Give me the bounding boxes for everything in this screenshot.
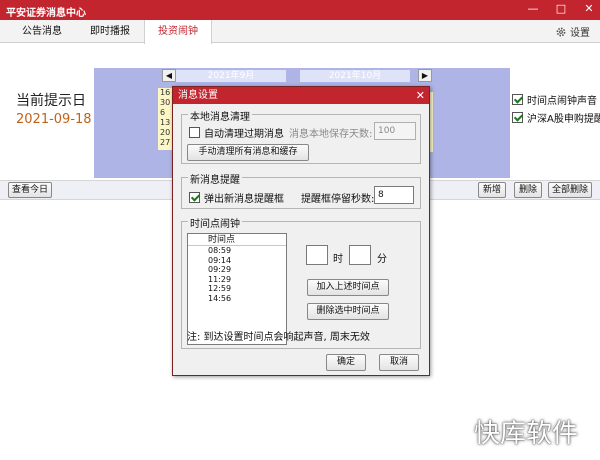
settings-label: 设置 bbox=[570, 28, 590, 39]
dialog-title: 消息设置 bbox=[178, 90, 218, 101]
delete-all-button[interactable]: 全部删除 bbox=[548, 182, 592, 198]
maximize-button[interactable]: □ bbox=[554, 2, 568, 16]
dialog-title-bar: 消息设置 ✕ bbox=[173, 87, 429, 104]
hour-input[interactable] bbox=[306, 245, 328, 265]
watermark: 快库软件 bbox=[473, 419, 578, 449]
gear-icon bbox=[556, 27, 566, 36]
settings-button[interactable]: 设置 bbox=[555, 24, 590, 39]
time-point-item[interactable]: 08:59 bbox=[188, 246, 286, 256]
minute-label: 分 bbox=[377, 254, 387, 265]
tab-investment-alarm[interactable]: 投资闹钟 bbox=[144, 20, 212, 44]
time-alarm-group-label: 时间点闹钟 bbox=[188, 215, 242, 230]
time-point-item[interactable]: 09:14 bbox=[188, 256, 286, 266]
manual-clean-button[interactable]: 手动清理所有消息和缓存 bbox=[187, 144, 309, 161]
delete-button[interactable]: 删除 bbox=[514, 182, 542, 198]
alarm-sound-option[interactable]: 时间点闹钟声音 bbox=[512, 92, 597, 107]
ipo-reminder-label: 沪深A股申购提醒 bbox=[527, 114, 600, 125]
tab-live-broadcast[interactable]: 即时播报 bbox=[76, 20, 144, 43]
alarm-note: 注: 到达设置时间点会响起声音, 周末无效 bbox=[187, 332, 370, 343]
add-time-point-button[interactable]: 加入上述时间点 bbox=[307, 279, 389, 296]
time-point-item[interactable]: 14:56 bbox=[188, 294, 286, 304]
cancel-button[interactable]: 取消 bbox=[379, 354, 419, 371]
ok-button[interactable]: 确定 bbox=[326, 354, 366, 371]
calendar-next-button[interactable]: ▶ bbox=[418, 69, 432, 82]
window-controls: — □ ✕ bbox=[526, 2, 596, 16]
add-button[interactable]: 新增 bbox=[478, 182, 506, 198]
minimize-button[interactable]: — bbox=[526, 2, 540, 16]
tab-bar: 公告消息 即时播报 投资闹钟 设置 bbox=[0, 20, 600, 44]
stay-seconds-input[interactable]: 8 bbox=[374, 186, 414, 204]
auto-clean-label: 自动清理过期消息 bbox=[204, 129, 284, 140]
keep-days-input[interactable]: 100 bbox=[374, 122, 416, 140]
stay-seconds-label: 提醒框停留秒数: bbox=[301, 194, 375, 205]
title-bar: 平安证券消息中心 — □ ✕ bbox=[0, 0, 600, 20]
dialog-close-button[interactable]: ✕ bbox=[416, 87, 425, 104]
auto-clean-option[interactable]: 自动清理过期消息 bbox=[189, 125, 284, 140]
current-hint-day-label: 当前提示日 bbox=[16, 93, 86, 109]
popup-reminder-checkbox[interactable] bbox=[189, 192, 200, 203]
message-settings-dialog: 消息设置 ✕ 本地消息清理 自动清理过期消息 消息本地保存天数: 100 手动清… bbox=[172, 86, 430, 376]
alarm-sound-label: 时间点闹钟声音 bbox=[527, 96, 597, 107]
minute-input[interactable] bbox=[349, 245, 371, 265]
new-message-group-label: 新消息提醒 bbox=[188, 171, 242, 186]
tab-announcements[interactable]: 公告消息 bbox=[8, 20, 76, 43]
popup-reminder-label: 弹出新消息提醒框 bbox=[204, 194, 284, 205]
keep-days-label: 消息本地保存天数: bbox=[289, 129, 373, 140]
view-today-button[interactable]: 查看今日 bbox=[8, 182, 52, 198]
hour-label: 时 bbox=[333, 254, 343, 265]
ipo-reminder-checkbox[interactable] bbox=[512, 112, 523, 123]
remove-time-point-button[interactable]: 删除选中时间点 bbox=[307, 303, 389, 320]
current-hint-date: 2021-09-18 bbox=[16, 112, 92, 127]
time-point-item[interactable]: 09:29 bbox=[188, 265, 286, 275]
time-point-item[interactable]: 12:59 bbox=[188, 284, 286, 294]
local-cleanup-group-label: 本地消息清理 bbox=[188, 108, 252, 123]
calendar-prev-button[interactable]: ◀ bbox=[162, 69, 176, 82]
time-point-item[interactable]: 11:29 bbox=[188, 275, 286, 285]
time-point-list-header: 时间点 bbox=[188, 234, 286, 246]
calendar-right-month: 2021年10月 bbox=[300, 70, 410, 82]
popup-reminder-option[interactable]: 弹出新消息提醒框 bbox=[189, 190, 284, 205]
close-button[interactable]: ✕ bbox=[582, 2, 596, 16]
calendar-left-month: 2021年9月 bbox=[176, 70, 286, 82]
alarm-sound-checkbox[interactable] bbox=[512, 94, 523, 105]
auto-clean-checkbox[interactable] bbox=[189, 127, 200, 138]
window-title: 平安证券消息中心 bbox=[6, 8, 86, 19]
ipo-reminder-option[interactable]: 沪深A股申购提醒 bbox=[512, 110, 600, 125]
